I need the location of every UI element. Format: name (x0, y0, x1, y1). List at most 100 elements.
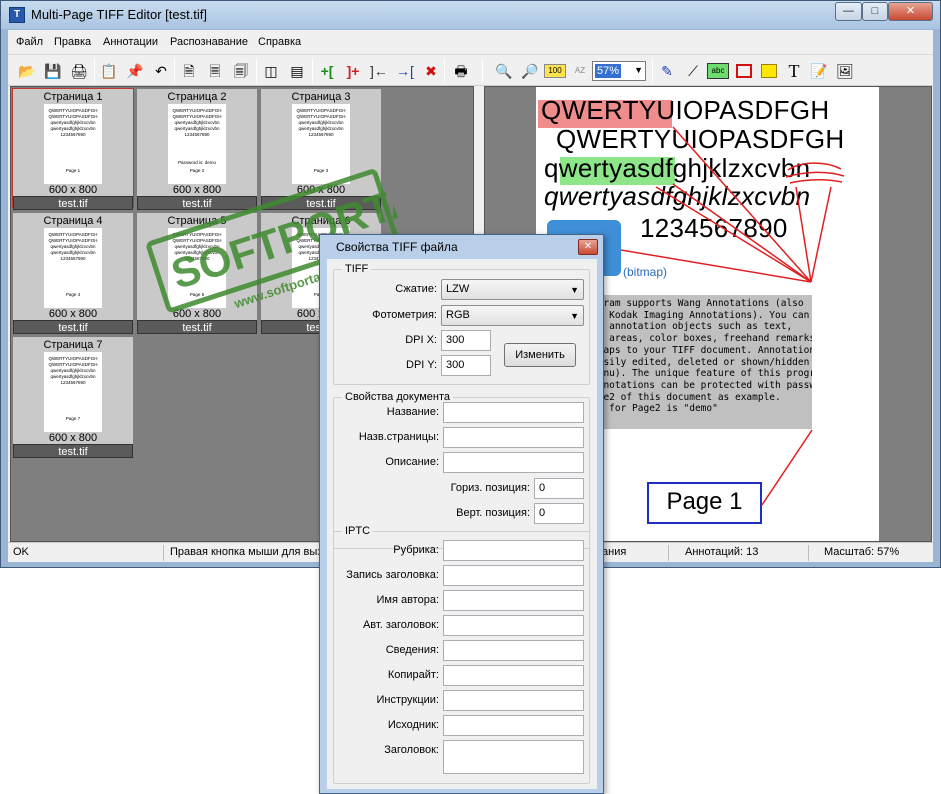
thumb-size: 600 x 800 (296, 184, 346, 196)
menu-file[interactable]: Файл (16, 36, 43, 48)
scan-icon[interactable]: 🖶 (450, 60, 472, 82)
insert-after-icon[interactable]: ]+ (342, 60, 364, 82)
thumb-size: 600 x 800 (48, 432, 98, 444)
thumb-text-line: qwertyasdfghjklzxcvbn (298, 126, 344, 131)
dpi-x-field[interactable]: 300 (441, 330, 491, 351)
page-thumbnail[interactable]: Страница 2 QWERTYUIOPASDFGH QWERTYUIOPASDF… (137, 89, 257, 210)
menu-annotations[interactable]: Аннотации (103, 36, 158, 48)
zoom-select[interactable]: 57% ▼ (592, 61, 646, 81)
freehand-scribble-annotation (785, 162, 845, 184)
copy-icon[interactable]: 📋 (98, 60, 120, 82)
move-left-icon[interactable]: ]← (368, 60, 390, 82)
move-right-icon[interactable]: →[ (394, 60, 416, 82)
compression-select[interactable]: LZW ▼ (441, 279, 584, 300)
annotation-line (810, 186, 832, 283)
tiff-group-title: TIFF (342, 263, 372, 275)
save-as-icon[interactable]: 🖨 (68, 60, 90, 82)
open-icon[interactable]: 📂 (16, 60, 38, 82)
line-icon[interactable]: ⟋ (682, 60, 704, 82)
minimize-button[interactable]: — (835, 2, 862, 21)
zoom-out-icon[interactable]: 🔍 (493, 60, 515, 82)
page-thumbnail[interactable]: Страница 1 QWERTYUIOPASDFGH QWERTYUIOPASDF… (12, 88, 134, 210)
compression-value: LZW (446, 283, 470, 295)
save-icon[interactable]: 💾 (42, 60, 64, 82)
thumb-title: Страница 1 (43, 91, 103, 103)
note-icon[interactable]: 📝 (808, 60, 830, 82)
document-property-field[interactable] (443, 427, 584, 448)
close-button[interactable]: ✕ (888, 2, 933, 21)
text-icon[interactable]: T (783, 60, 805, 82)
iptc-property-field[interactable] (443, 665, 584, 686)
menu-help[interactable]: Справка (258, 36, 301, 48)
iptc-property-label: Запись заголовка: (346, 569, 439, 581)
document-property-field[interactable] (443, 402, 584, 423)
page-copy-icon[interactable]: 🗎 (178, 60, 200, 82)
page-thumbnail[interactable]: Страница 5 QWERTYUIOPASDFGH QWERTYUIOPASDF… (137, 213, 257, 334)
image-icon[interactable]: 🖼 (834, 60, 856, 82)
thumb-text-line: QWERTYUIOPASDFGH (48, 238, 98, 243)
iptc-property-field[interactable] (443, 590, 584, 611)
iptc-property-field[interactable] (443, 540, 584, 561)
iptc-property-field[interactable] (443, 690, 584, 711)
thumb-page-label: Page 3 (313, 168, 329, 173)
rectangle-icon[interactable] (733, 60, 755, 82)
iptc-group-title: IPTC (342, 525, 374, 537)
thumb-text-line: QWERTYUIOPASDFGH (48, 114, 98, 119)
thumb-text-line: 1234567890 (184, 256, 210, 261)
thumb-text-line: qwertyasdfghjklzxcvbn (50, 368, 96, 373)
annotation-line (672, 183, 812, 283)
undo-icon[interactable]: ↶ (150, 60, 172, 82)
thumb-size: 600 x 800 (48, 308, 98, 320)
zoom-100-icon[interactable]: 100 (544, 64, 566, 78)
thumb-text-line: qwertyasdfghjklzxcvbn (50, 120, 96, 125)
page-thumbnail[interactable]: Страница 7 QWERTYUIOPASDFGH QWERTYUIOPASDF… (13, 337, 133, 458)
page-paste-special-icon[interactable]: 🗐 (230, 60, 252, 82)
iptc-property-field[interactable] (443, 740, 584, 774)
thumb-page-label: Page 5 (189, 292, 205, 297)
thumb-text-line: qwertyasdfghjklzxcvbn (174, 250, 220, 255)
thumb-title: Страница 5 (167, 215, 227, 227)
menu-recognition[interactable]: Распознавание (170, 36, 248, 48)
page-thumbnail[interactable]: Страница 4 QWERTYUIOPASDFGH QWERTYUIOPASDF… (13, 213, 133, 334)
iptc-property-field[interactable] (443, 715, 584, 736)
thumb-title: Страница 2 (167, 91, 227, 103)
thumb-text-line: 1234567890 (60, 132, 86, 137)
thumb-text-line: qwertyasdfghjklzxcvbn (50, 244, 96, 249)
iptc-property-label: Копирайт: (387, 669, 439, 681)
menu-edit[interactable]: Правка (54, 36, 91, 48)
thumb-text-line: 1234567890 (308, 132, 334, 137)
photometric-select[interactable]: RGB ▼ (441, 305, 584, 326)
iptc-property-label: Рубрика: (393, 544, 439, 556)
document-property-field[interactable] (443, 452, 584, 473)
change-button[interactable]: Изменить (504, 343, 576, 367)
status-hint: Правая кнопка мыши для выз (170, 546, 323, 558)
split-vertical-icon[interactable]: ◫ (260, 60, 282, 82)
toolbar-separator (652, 59, 653, 83)
page-thumbnail[interactable]: Страница 3 QWERTYUIOPASDFGH QWERTYUIOPASDF… (261, 89, 381, 210)
paste-icon[interactable]: 📌 (124, 60, 146, 82)
dialog-close-button[interactable]: ✕ (578, 239, 598, 255)
iptc-property-field[interactable] (443, 565, 584, 586)
split-horizontal-icon[interactable]: ▤ (286, 60, 308, 82)
text-stamp-icon[interactable]: abc (707, 63, 729, 79)
vertical-position-field[interactable]: 0 (534, 503, 584, 524)
thumb-text-line: QWERTYUIOPASDFGH (296, 114, 346, 119)
delete-icon[interactable]: ✖ (420, 60, 442, 82)
insert-before-icon[interactable]: +[ (316, 60, 338, 82)
highlight-icon[interactable] (758, 60, 780, 82)
dpi-y-field[interactable]: 300 (441, 355, 491, 376)
pen-icon[interactable]: ✎ (656, 60, 678, 82)
zoom-fit-icon[interactable]: AZ (569, 60, 591, 82)
iptc-property-field[interactable] (443, 640, 584, 661)
dialog-title: Свойства TIFF файла (336, 240, 458, 254)
maximize-button[interactable]: □ (862, 2, 888, 21)
zoom-in-icon[interactable]: 🔎 (519, 60, 541, 82)
thumb-text-line: qwertyasdfghjklzxcvbn (50, 250, 96, 255)
thumb-text-line: 1234567890 (60, 256, 86, 261)
page-paste-icon[interactable]: 🗏 (204, 60, 226, 82)
horizontal-position-field[interactable]: 0 (534, 478, 584, 499)
iptc-property-field[interactable] (443, 615, 584, 636)
horizontal-position-label: Гориз. позиция: (450, 482, 530, 494)
window-title: Multi-Page TIFF Editor [test.tif] (31, 7, 208, 22)
vertical-position-label: Верт. позиция: (456, 507, 530, 519)
